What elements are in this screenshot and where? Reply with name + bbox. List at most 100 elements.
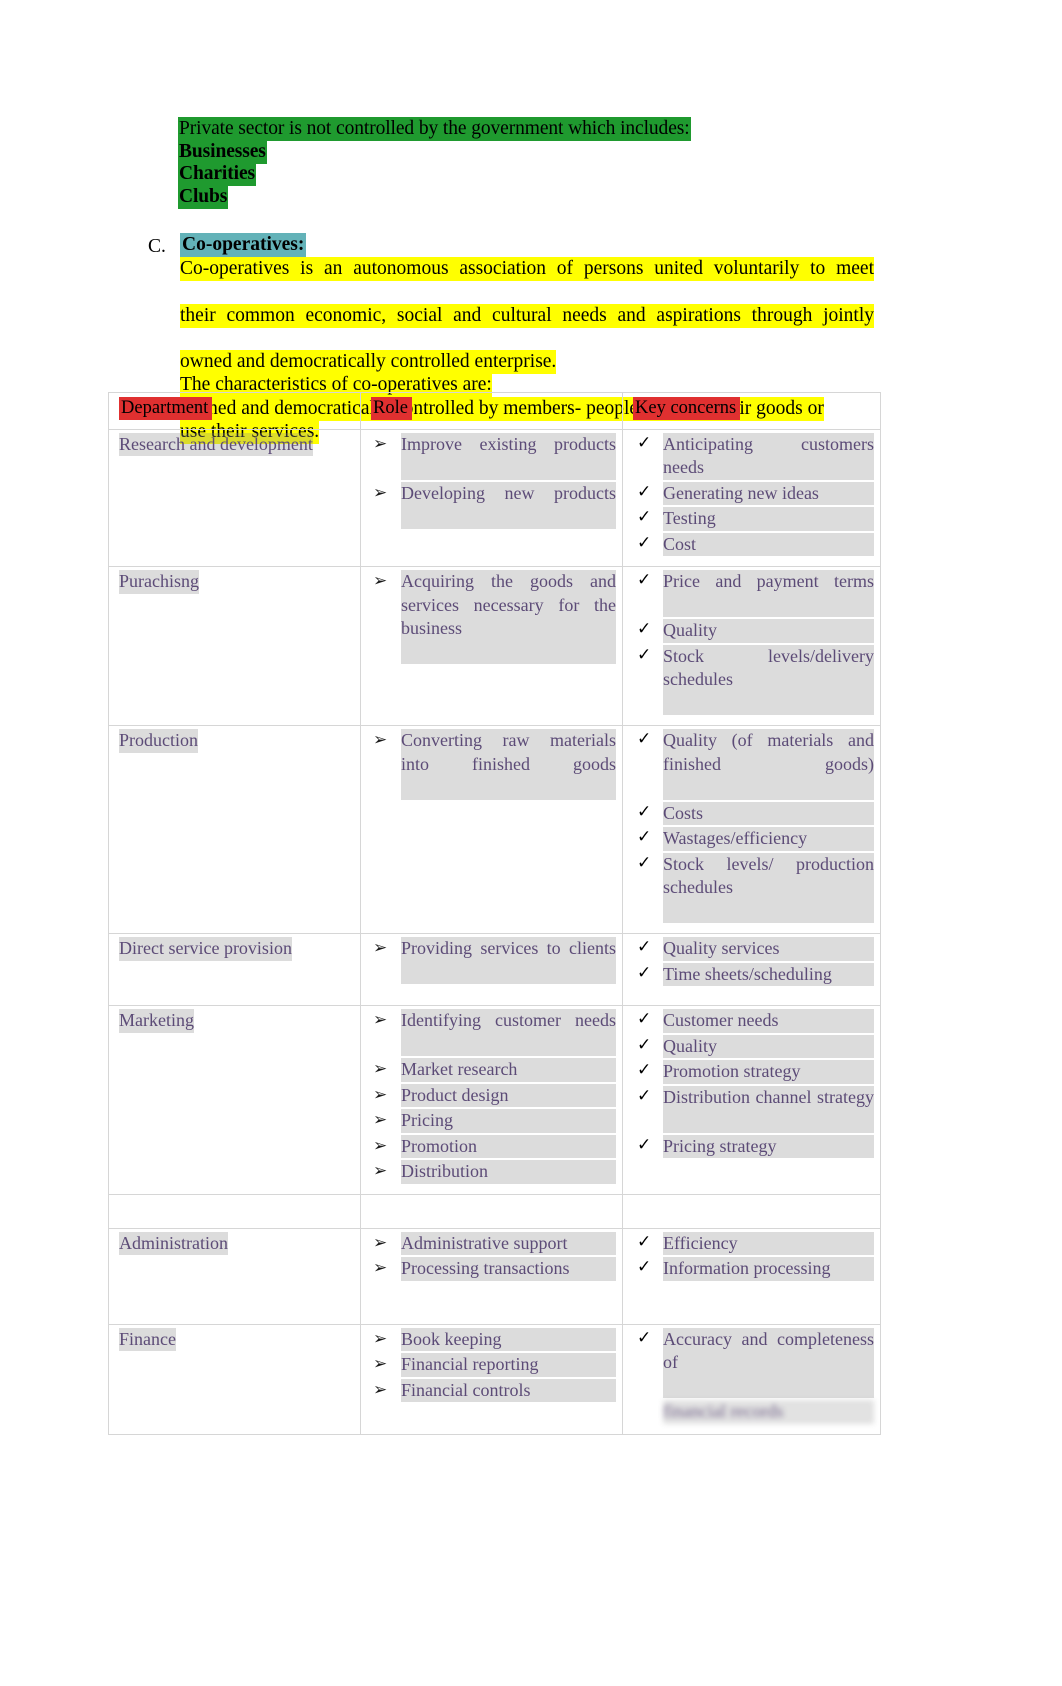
cell-department: Administration [108, 1227, 361, 1325]
concern-text: Quality [663, 619, 874, 643]
concern-text: Price and payment terms [663, 570, 874, 617]
cell-key-concerns: ✓ Quality services ✓ Time sheets/schedulin… [622, 933, 881, 1006]
list-item: ➢ Product design [371, 1083, 616, 1107]
list-item: ✓ Anticipating customers needs [633, 432, 874, 480]
concern-text: Testing [663, 507, 874, 531]
role-text: Identifying customer needs [401, 1009, 616, 1056]
table-row: Production ➢ Converting raw materials int… [108, 725, 881, 934]
department-name: Research and development [119, 432, 313, 456]
table-row: Administration ➢ Administrative support ➢… [108, 1227, 881, 1325]
check-icon: ✓ [637, 937, 652, 957]
list-item: ➢ Administrative support [371, 1231, 616, 1255]
role-text: Improve existing products [401, 432, 616, 480]
concern-text: Wastages/efficiency [663, 827, 874, 851]
role-text: Promotion [401, 1134, 616, 1158]
check-icon: ✓ [637, 507, 652, 527]
concern-text-obscured: financial records [663, 1400, 874, 1424]
list-item: financial records [633, 1400, 874, 1424]
coop-definition-line-3: owned and democratically controlled ente… [180, 350, 874, 375]
intro-line-3-text: Clubs [178, 184, 229, 209]
concern-list: ✓ Quality (of materials and finished good… [633, 729, 874, 923]
list-item: ➢ Improve existing products [371, 432, 616, 480]
arrow-bullet-icon: ➢ [373, 1379, 388, 1400]
cell-role: ➢ Book keeping ➢ Financial reporting ➢ Fina… [360, 1323, 623, 1435]
list-item: ✓ Quality (of materials and finished good… [633, 729, 874, 800]
header-key-concerns-label: Key concerns [633, 397, 741, 420]
role-list: ➢ Book keeping ➢ Financial reporting ➢ Fina… [371, 1327, 616, 1402]
concern-list: ✓ Efficiency ✓ Information processing [633, 1231, 874, 1281]
header-cell-department: Department [108, 392, 361, 430]
role-text: Administrative support [401, 1231, 616, 1255]
list-item: ✓ Distribution channel strategy [633, 1085, 874, 1133]
department-role-concerns-table: Department Role Key concerns Research an… [108, 392, 881, 1435]
intro-line-2: Charities [178, 162, 878, 186]
list-item: ✓ Time sheets/scheduling [633, 962, 874, 986]
concern-list: ✓ Price and payment terms ✓ Quality ✓ Stock… [633, 570, 874, 715]
role-list: ➢ Administrative support ➢ Processing tran… [371, 1231, 616, 1281]
intro-line-0: Private sector is not controlled by the … [178, 117, 878, 141]
concern-text: Anticipating customers needs [663, 432, 874, 480]
check-icon: ✓ [637, 962, 652, 983]
concern-list: ✓ Customer needs ✓ Quality ✓ Promotion stra… [633, 1009, 874, 1158]
list-item: ✓ Quality [633, 1034, 874, 1058]
check-icon: ✓ [637, 852, 652, 873]
check-icon: ✓ [637, 432, 652, 453]
department-name: Production [119, 729, 198, 753]
role-list: ➢ Acquiring the goods and services necess… [371, 570, 616, 664]
role-text: Distribution [401, 1160, 616, 1184]
cell-key-concerns: ✓ Accuracy and completeness of financial … [622, 1323, 881, 1435]
concern-text: Customer needs [663, 1009, 874, 1033]
coop-definition-line-2: their common economic, social and cultur… [180, 303, 874, 351]
concern-text: Distribution channel strategy [663, 1085, 874, 1133]
arrow-bullet-icon: ➢ [373, 1135, 388, 1156]
table-row: Marketing ➢ Identifying customer needs ➢ M… [108, 1005, 881, 1195]
role-text: Financial reporting [401, 1353, 616, 1377]
department-name: Marketing [119, 1009, 194, 1033]
concern-text: Information processing [663, 1257, 874, 1281]
role-list: ➢ Improve existing products ➢ Developing n… [371, 432, 616, 529]
check-icon: ✓ [637, 619, 652, 639]
concern-text: Generating new ideas [663, 481, 874, 505]
role-list: ➢ Converting raw materials into finished … [371, 729, 616, 800]
private-sector-intro: Private sector is not controlled by the … [178, 117, 878, 209]
concern-text: Stock levels/ production schedules [663, 852, 874, 923]
cell-role: ➢ Improve existing products ➢ Developing n… [360, 428, 623, 567]
role-text: Processing transactions [401, 1257, 616, 1281]
check-icon: ✓ [637, 1231, 652, 1252]
list-item: ✓ Generating new ideas [633, 481, 874, 505]
check-icon: ✓ [637, 801, 652, 822]
section-title-text: Co-operatives: [180, 233, 307, 257]
role-text: Pricing [401, 1109, 616, 1133]
table-row: Purachisng ➢ Acquiring the goods and serv… [108, 566, 881, 726]
role-text: Book keeping [401, 1327, 616, 1351]
list-item: ➢ Processing transactions [371, 1257, 616, 1281]
check-icon: ✓ [637, 1134, 652, 1155]
list-item: ✓ Efficiency [633, 1231, 874, 1255]
table-row: Research and development ➢ Improve existi… [108, 428, 881, 567]
cell-role: ➢ Identifying customer needs ➢ Market rese… [360, 1005, 623, 1195]
arrow-bullet-icon: ➢ [373, 730, 388, 750]
arrow-bullet-icon: ➢ [373, 482, 388, 503]
intro-line-1: Businesses [178, 139, 878, 164]
concern-text: Pricing strategy [663, 1134, 874, 1158]
document-page: Private sector is not controlled by the … [0, 0, 1062, 1686]
list-item: ➢ Distribution [371, 1160, 616, 1184]
list-item: ✓ Quality [633, 619, 874, 643]
list-item: ➢ Promotion [371, 1134, 616, 1158]
cell-role: ➢ Converting raw materials into finished … [360, 725, 623, 934]
check-icon: ✓ [637, 1009, 652, 1029]
coop-definition-line-2-text: their common economic, social and cultur… [180, 303, 874, 328]
table-spacer-row [108, 1193, 881, 1229]
list-item: ✓ Wastages/efficiency [633, 827, 874, 851]
check-icon: ✓ [637, 729, 652, 749]
list-item: ➢ Acquiring the goods and services necess… [371, 570, 616, 664]
concern-text: Accuracy and completeness of [663, 1327, 874, 1398]
coop-definition-line-3-text: owned and democratically controlled ente… [180, 350, 557, 375]
cell-department: Purachisng [108, 566, 361, 726]
role-text: Acquiring the goods and services necessa… [401, 570, 616, 664]
list-item: ✓ Cost [633, 532, 874, 556]
department-name: Administration [119, 1231, 228, 1255]
concern-text: Quality (of materials and finished goods… [663, 729, 874, 800]
concern-list: ✓ Quality services ✓ Time sheets/schedulin… [633, 937, 874, 986]
cell-key-concerns: ✓ Quality (of materials and finished good… [622, 725, 881, 934]
